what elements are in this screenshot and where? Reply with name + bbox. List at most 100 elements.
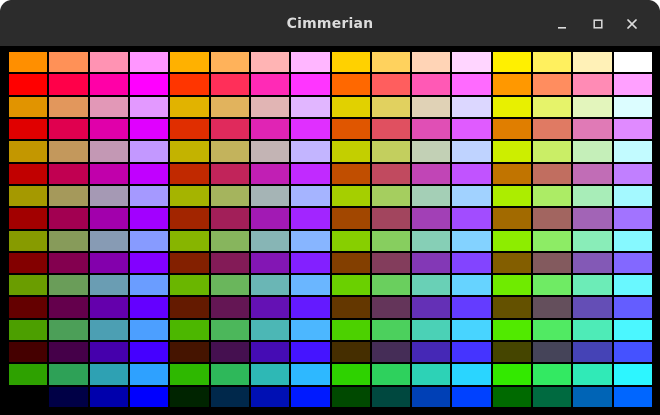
color-swatch	[9, 118, 48, 140]
color-swatch	[9, 252, 48, 274]
close-icon	[626, 18, 638, 30]
color-swatch	[291, 319, 330, 341]
color-swatch	[170, 342, 209, 363]
color-swatch	[89, 364, 128, 385]
color-swatch	[533, 342, 572, 363]
color-swatch	[250, 297, 290, 318]
color-swatch	[492, 74, 532, 95]
color-swatch	[129, 386, 169, 407]
color-swatch	[533, 52, 572, 73]
color-swatch	[9, 230, 48, 251]
color-swatch	[452, 386, 491, 407]
color-swatch	[331, 230, 370, 251]
color-swatch	[9, 52, 48, 73]
color-swatch	[250, 275, 290, 296]
color-swatch	[89, 275, 128, 296]
color-swatch	[613, 319, 652, 341]
color-swatch	[49, 208, 88, 229]
color-swatch	[170, 163, 209, 184]
color-swatch	[49, 297, 88, 318]
color-swatch	[129, 185, 169, 207]
color-swatch	[613, 252, 652, 274]
color-swatch	[331, 185, 370, 207]
color-swatch	[492, 342, 532, 363]
color-swatch	[89, 386, 128, 407]
color-swatch	[250, 52, 290, 73]
color-swatch	[492, 275, 532, 296]
color-swatch	[89, 163, 128, 184]
color-swatch	[492, 52, 532, 73]
color-swatch	[129, 252, 169, 274]
color-swatch	[210, 185, 249, 207]
color-swatch	[492, 208, 532, 229]
color-swatch	[613, 118, 652, 140]
color-swatch	[573, 319, 612, 341]
color-swatch	[573, 275, 612, 296]
color-swatch	[291, 364, 330, 385]
color-swatch	[210, 141, 249, 162]
color-swatch	[210, 319, 249, 341]
color-swatch	[492, 185, 532, 207]
close-button[interactable]	[621, 13, 643, 35]
color-swatch	[210, 163, 249, 184]
color-swatch	[573, 342, 612, 363]
minimize-button[interactable]	[551, 13, 573, 35]
color-swatch	[170, 230, 209, 251]
color-swatch	[89, 118, 128, 140]
color-swatch	[492, 141, 532, 162]
color-swatch	[573, 74, 612, 95]
color-swatch	[170, 252, 209, 274]
color-swatch	[210, 386, 249, 407]
color-swatch	[89, 208, 128, 229]
color-swatch	[613, 163, 652, 184]
color-swatch	[291, 275, 330, 296]
color-swatch	[49, 342, 88, 363]
color-swatch	[533, 386, 572, 407]
color-swatch	[613, 275, 652, 296]
color-swatch	[533, 208, 572, 229]
color-swatch	[452, 118, 491, 140]
color-swatch	[492, 319, 532, 341]
color-swatch	[129, 275, 169, 296]
color-swatch	[9, 319, 48, 341]
color-swatch	[250, 364, 290, 385]
titlebar[interactable]: Cimmerian	[0, 0, 660, 46]
color-swatch	[412, 230, 451, 251]
color-swatch	[129, 52, 169, 73]
color-swatch	[291, 118, 330, 140]
color-swatch	[49, 163, 88, 184]
color-swatch	[533, 252, 572, 274]
color-swatch	[533, 141, 572, 162]
color-swatch	[492, 386, 532, 407]
color-swatch	[371, 252, 411, 274]
color-swatch	[291, 342, 330, 363]
color-swatch	[331, 74, 370, 95]
color-swatch	[412, 297, 451, 318]
color-swatch	[250, 208, 290, 229]
color-swatch	[331, 252, 370, 274]
color-swatch	[452, 96, 491, 117]
color-swatch	[412, 386, 451, 407]
color-swatch	[412, 118, 451, 140]
color-swatch	[613, 342, 652, 363]
color-swatch	[170, 96, 209, 117]
color-swatch	[613, 386, 652, 407]
color-swatch	[129, 364, 169, 385]
color-swatch	[492, 96, 532, 117]
color-swatch	[129, 118, 169, 140]
maximize-button[interactable]	[587, 13, 609, 35]
color-swatch	[89, 230, 128, 251]
color-swatch	[89, 96, 128, 117]
color-swatch	[371, 364, 411, 385]
color-swatch	[573, 163, 612, 184]
color-swatch	[371, 230, 411, 251]
color-swatch	[49, 364, 88, 385]
color-swatch	[291, 52, 330, 73]
color-swatch	[573, 185, 612, 207]
color-swatch	[452, 275, 491, 296]
color-swatch	[291, 185, 330, 207]
color-swatch	[371, 141, 411, 162]
color-swatch	[533, 319, 572, 341]
color-swatch	[573, 297, 612, 318]
color-swatch	[573, 208, 612, 229]
